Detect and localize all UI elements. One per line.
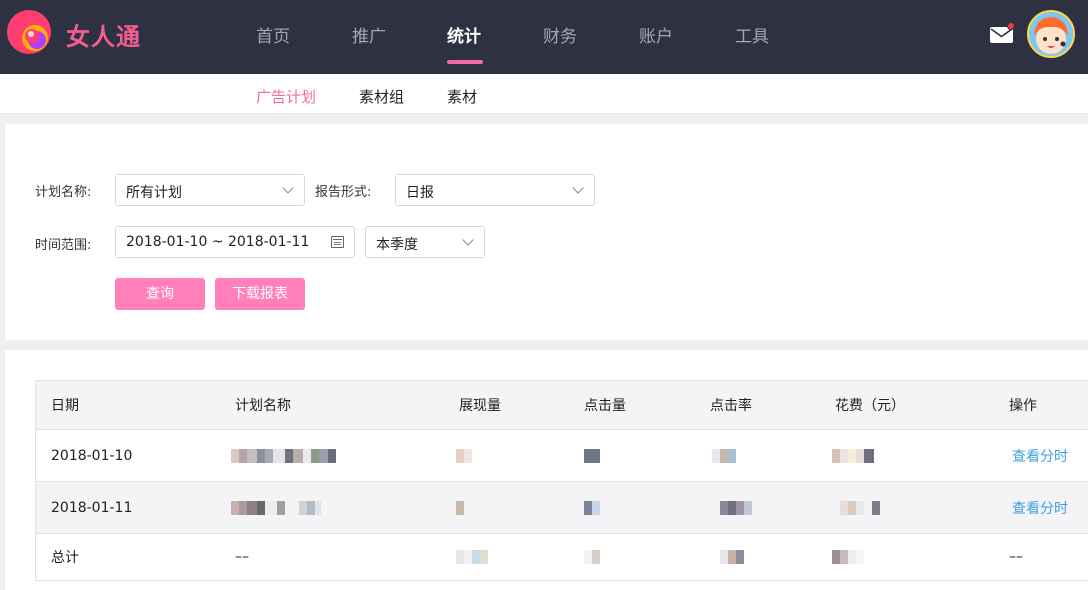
redacted-plan-name (231, 482, 321, 533)
date-range-picker[interactable]: 2018-01-10 ~ 2018-01-11 (115, 226, 355, 258)
report-type-value: 日报 (406, 185, 434, 201)
header-plan-name: 计划名称 (235, 398, 291, 414)
redacted-clicks (584, 534, 600, 580)
nav-home[interactable]: 首页 (256, 22, 290, 47)
table-total-row: 总计 –– –– (36, 534, 1088, 581)
plan-name-label: 计划名称: (35, 185, 92, 200)
table-header-row: 日期 计划名称 展现量 点击量 点击率 花费（元） 操作 (36, 381, 1088, 430)
brand-logo-icon[interactable] (6, 9, 52, 55)
redacted-clicks (584, 482, 600, 533)
header-actions: 操作 (1009, 398, 1037, 414)
report-table-panel: 日期 计划名称 展现量 点击量 点击率 花费（元） 操作 2018-01-10 (5, 350, 1088, 590)
header-impressions: 展现量 (459, 398, 501, 414)
plan-name-value: 所有计划 (126, 185, 182, 201)
redacted-plan-name (231, 430, 336, 481)
redacted-ctr (712, 430, 736, 481)
top-navbar: 女人通 首页 推广 统计 财务 账户 工具 (0, 0, 1088, 74)
subnav-ad-plan[interactable]: 广告计划 (256, 86, 316, 107)
nav-finance[interactable]: 财务 (543, 22, 577, 47)
header-date: 日期 (51, 398, 79, 414)
nav-active-indicator (447, 60, 483, 64)
header-ctr: 点击率 (710, 398, 752, 414)
sub-navbar: 广告计划 素材组 素材 (0, 74, 1088, 114)
brand-name[interactable]: 女人通 (66, 17, 141, 52)
notification-dot (1007, 22, 1015, 30)
chevron-down-icon (282, 182, 294, 194)
nav-tools[interactable]: 工具 (735, 22, 769, 47)
header-cost: 花费（元） (835, 398, 905, 414)
avatar[interactable] (1027, 10, 1075, 58)
redacted-ctr (720, 534, 744, 580)
redacted-impressions (456, 534, 488, 580)
chevron-down-icon (572, 182, 584, 194)
calendar-icon (331, 236, 344, 248)
date-range-value: 2018-01-10 ~ 2018-01-11 (126, 234, 310, 250)
redacted-cost (832, 534, 864, 580)
table-row: 2018-01-10 查看分时 (36, 430, 1088, 482)
nav-promotion[interactable]: 推广 (352, 22, 386, 47)
redacted-cost (840, 482, 880, 533)
plan-name-select[interactable]: 所有计划 (115, 174, 305, 206)
report-table: 日期 计划名称 展现量 点击量 点击率 花费（元） 操作 2018-01-10 (35, 380, 1088, 581)
redacted-impressions (456, 482, 464, 533)
redacted-cost (832, 430, 874, 481)
total-label: 总计 (51, 550, 79, 566)
chevron-down-icon (462, 234, 474, 246)
subnav-material-group[interactable]: 素材组 (359, 86, 404, 107)
row-date: 2018-01-10 (51, 447, 133, 464)
table-row: 2018-01-11 查看分时 (36, 482, 1088, 534)
redacted-clicks (584, 430, 600, 481)
nav-account[interactable]: 账户 (639, 22, 673, 47)
row-date: 2018-01-11 (51, 499, 133, 516)
period-select[interactable]: 本季度 (365, 226, 485, 258)
time-range-label: 时间范围: (35, 238, 92, 253)
subnav-material[interactable]: 素材 (447, 86, 477, 107)
period-value: 本季度 (376, 237, 418, 253)
view-hourly-link[interactable]: 查看分时 (1012, 482, 1068, 533)
download-report-button[interactable]: 下载报表 (215, 278, 305, 310)
avatar-face-icon (1029, 12, 1073, 56)
redacted-ctr (720, 482, 752, 533)
total-plan-name: –– (235, 549, 249, 565)
total-action: –– (1009, 549, 1023, 565)
header-clicks: 点击量 (584, 398, 626, 414)
report-type-select[interactable]: 日报 (395, 174, 595, 206)
report-type-label: 报告形式: (315, 185, 372, 200)
query-button[interactable]: 查询 (115, 278, 205, 310)
nav-statistics[interactable]: 统计 (447, 22, 481, 47)
redacted-impressions (456, 430, 472, 481)
filter-panel: 计划名称: 所有计划 报告形式: 日报 时间范围: 2018-01-10 ~ 2… (5, 124, 1088, 340)
view-hourly-link[interactable]: 查看分时 (1012, 430, 1068, 481)
